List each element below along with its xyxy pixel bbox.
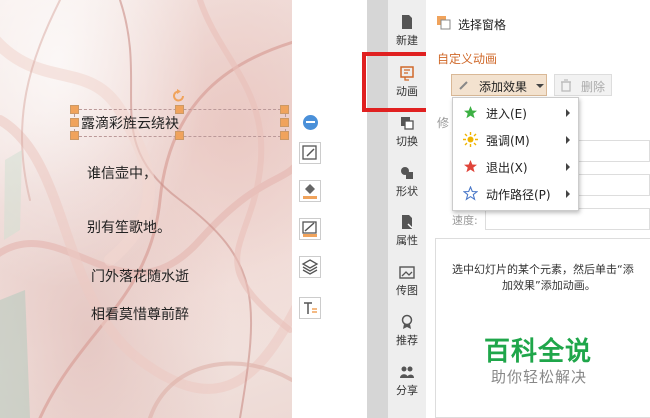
nav-recommend[interactable]: 推荐: [388, 314, 426, 358]
watermark-subtitle: 助你轻松解决: [491, 368, 588, 386]
menu-item-exit-label: 退出(X): [486, 161, 528, 175]
annotation-highlight-box: [362, 52, 432, 112]
enter-star-icon: [464, 106, 477, 119]
recommend-icon: [401, 314, 413, 329]
ribbon-background: [0, 0, 292, 418]
layer-button[interactable]: [299, 256, 321, 278]
line-color-button[interactable]: [299, 218, 321, 240]
fill-color-button[interactable]: [299, 180, 321, 202]
resize-handle-right[interactable]: [280, 118, 289, 127]
shape-icon: [401, 167, 413, 179]
nav-shape[interactable]: 形状: [388, 165, 426, 209]
submenu-arrow-icon: [566, 136, 570, 144]
resize-handle-left[interactable]: [70, 118, 79, 127]
text-format-button[interactable]: [299, 297, 321, 319]
instruction-line-1: 选中幻灯片的某个元素，然后单击“添: [452, 263, 634, 276]
layers-icon: [301, 259, 319, 275]
nav-share[interactable]: 分享: [388, 364, 426, 408]
nav-transition-label: 切换: [396, 135, 418, 148]
nav-new-label: 新建: [396, 34, 418, 47]
nav-upload-image[interactable]: 传图: [388, 264, 426, 308]
emphasis-burst-icon: [463, 132, 478, 147]
rotate-handle-icon[interactable]: [171, 88, 187, 104]
slide-title-text[interactable]: 露滴彩旌云绕袂: [81, 113, 179, 133]
menu-item-exit[interactable]: 退出(X): [453, 154, 578, 180]
instruction-line-2: 加效果”添加动画。: [502, 279, 596, 292]
resize-handle-top-right[interactable]: [280, 105, 289, 114]
delete-label: 删除: [581, 80, 606, 94]
add-effect-button[interactable]: 添加效果: [451, 74, 547, 96]
resize-handle-bottom-left[interactable]: [70, 131, 79, 140]
submenu-arrow-icon: [566, 190, 570, 198]
slide-canvas[interactable]: 露滴彩旌云绕袂 谁信壶中， 别有笙歌地。 门外落花随水逝 相看莫惜尊前醉: [0, 0, 292, 418]
add-effect-menu: 进入(E) 强调(M) 退出(X) 动作路径(P): [452, 97, 579, 211]
nav-upload-image-label: 传图: [396, 284, 418, 297]
new-icon: [402, 15, 412, 29]
edit-text-button[interactable]: [299, 142, 321, 164]
resize-handle-bottom-right[interactable]: [280, 131, 289, 140]
nav-properties[interactable]: 属性: [388, 214, 426, 258]
motion-path-star-icon: [463, 186, 478, 201]
custom-animation-title: 自定义动画: [437, 52, 498, 66]
menu-item-enter-label: 进入(E): [486, 107, 527, 121]
line-color-icon: [302, 221, 317, 237]
poem-line-2[interactable]: 别有笙歌地。: [87, 217, 171, 237]
speed-label: 速度:: [452, 214, 478, 227]
upload-image-icon: [399, 266, 415, 279]
selection-pane-icon: [437, 16, 451, 30]
nav-properties-label: 属性: [396, 234, 418, 247]
modify-label: 修: [437, 116, 450, 130]
paint-bucket-icon: [303, 184, 317, 199]
delete-button[interactable]: 删除: [554, 74, 612, 96]
menu-item-emphasis[interactable]: 强调(M): [453, 127, 578, 153]
poem-line-3[interactable]: 门外落花随水逝: [91, 266, 189, 286]
nav-shape-label: 形状: [396, 185, 418, 198]
dropdown-arrow-icon: [536, 84, 544, 88]
trash-icon: [561, 79, 571, 92]
add-effect-label: 添加效果: [479, 80, 528, 94]
selection-pane-link[interactable]: 选择窗格: [458, 16, 506, 33]
poem-line-4[interactable]: 相看莫惜尊前醉: [91, 304, 189, 324]
speed-field[interactable]: [485, 208, 650, 230]
text-format-icon: [304, 302, 317, 314]
collapse-minus-icon[interactable]: [303, 115, 318, 130]
share-icon: [400, 366, 414, 378]
menu-item-motion-path-label: 动作路径(P): [486, 188, 551, 202]
add-effect-pencil-icon: [459, 81, 468, 90]
nav-transition[interactable]: 切换: [388, 115, 426, 159]
exit-star-icon: [464, 160, 477, 173]
edit-pencil-icon: [302, 145, 317, 160]
poem-line-1[interactable]: 谁信壶中，: [87, 163, 157, 183]
submenu-arrow-icon: [566, 163, 570, 171]
nav-share-label: 分享: [396, 384, 418, 397]
menu-item-motion-path[interactable]: 动作路径(P): [453, 181, 578, 207]
transition-icon: [401, 117, 414, 130]
menu-item-enter[interactable]: 进入(E): [453, 100, 578, 126]
floating-toolbar: [292, 0, 367, 418]
properties-icon: [402, 215, 413, 229]
submenu-arrow-icon: [566, 109, 570, 117]
resize-handle-top-left[interactable]: [70, 105, 79, 114]
menu-item-emphasis-label: 强调(M): [486, 134, 530, 148]
nav-recommend-label: 推荐: [396, 334, 418, 347]
watermark-title: 百科全说: [484, 337, 593, 367]
